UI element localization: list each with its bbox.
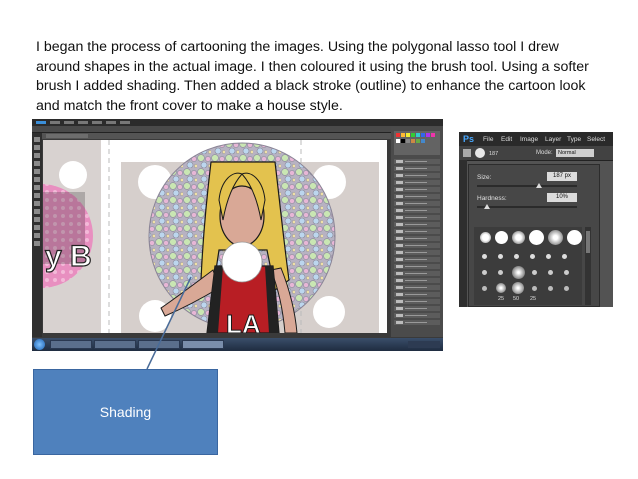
shading-callout-box: Shading xyxy=(33,369,218,455)
callout-label: Shading xyxy=(99,404,152,420)
